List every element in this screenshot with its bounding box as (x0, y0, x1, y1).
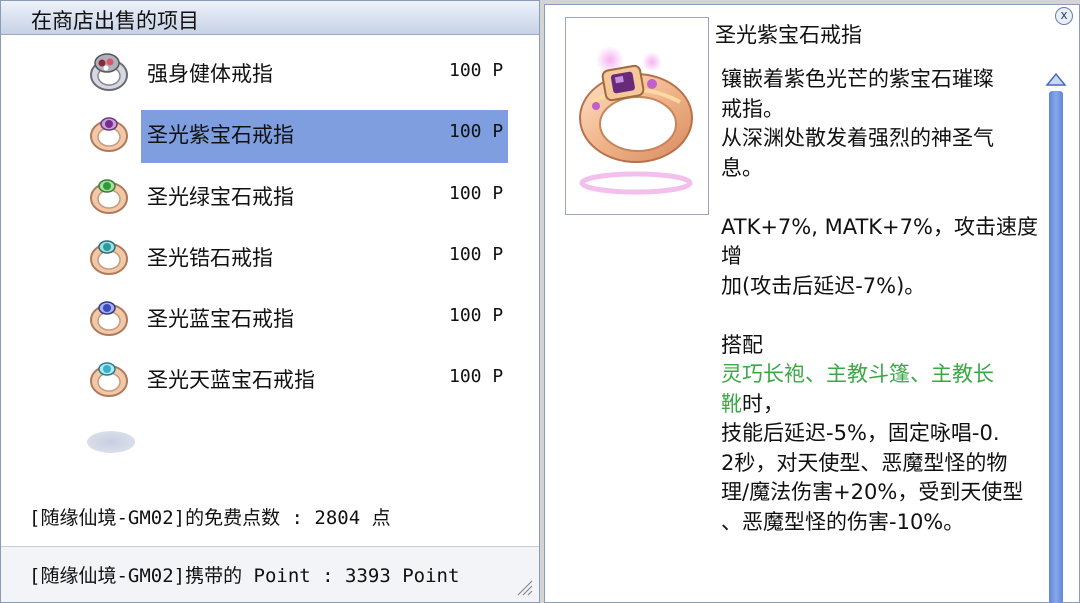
empty-slot-icon (87, 431, 135, 453)
shop-item-price: 100 P (449, 182, 504, 204)
shop-item-name: 圣光紫宝石戒指 (147, 123, 294, 148)
set-item-boots: 靴 (721, 391, 742, 416)
shop-item-row[interactable]: 圣光绿宝石戒指 100 P (1, 164, 541, 225)
set-items-line: 灵巧长袍、主教斗篷、主教长 (721, 362, 994, 386)
item-description-text: 镶嵌着紫色光芒的紫宝石璀璨 戒指。 从深渊处散发着强烈的神圣气 息。 ATK+7… (721, 65, 1041, 537)
resize-grip-icon[interactable] (515, 578, 533, 596)
stats-line: 加(攻击后延迟-7%)。 (721, 273, 926, 298)
description-line: 息。 (721, 155, 763, 180)
set-items-line-2: 靴时， (721, 390, 1041, 420)
amethyst-ring-icon (90, 117, 128, 153)
set-effect-line: 、恶魔型怪的伤害-10%。 (721, 509, 965, 534)
shop-window: 在商店出售的项目 强身健体戒指 100 P 圣光紫宝石戒指 100 P 圣光绿宝… (0, 0, 540, 603)
shop-titlebar[interactable]: 在商店出售的项目 (1, 1, 539, 35)
zircon-ring-icon (90, 240, 128, 275)
shop-item-row[interactable]: 圣光蓝宝石戒指 100 P (1, 286, 541, 347)
description-line: 镶嵌着紫色光芒的紫宝石璀璨 (721, 67, 994, 91)
shop-item-name: 圣光天蓝宝石戒指 (147, 368, 315, 393)
shop-item-row-selected[interactable]: 圣光紫宝石戒指 100 P (1, 102, 541, 164)
free-points-text: [随缘仙境-GM02]的免费点数 : 2804 点 (29, 507, 391, 529)
amethyst-ring-large-icon (579, 46, 693, 195)
item-title: 圣光紫宝石戒指 (715, 23, 862, 47)
stats-line: ATK+7%, MATK+7%，攻击速度增 (721, 214, 1038, 269)
shop-item-price: 100 P (449, 121, 504, 143)
shop-item-price: 100 P (449, 305, 504, 327)
shop-footer: [随缘仙境-GM02]携带的 Point : 3393 Point (1, 546, 539, 602)
shop-item-price: 100 P (449, 366, 504, 388)
item-image-frame (565, 17, 709, 215)
aquamarine-ring-icon (90, 362, 128, 398)
shop-item-price: 100 P (449, 243, 504, 265)
description-scrollbar[interactable] (1043, 71, 1069, 603)
set-effect-line: 技能后延迟-5%，固定咏唱-0. (721, 421, 1000, 445)
shop-title: 在商店出售的项目 (31, 9, 199, 33)
shop-item-row[interactable]: 圣光天蓝宝石戒指 100 P (1, 347, 541, 408)
shop-item-name: 圣光锆石戒指 (147, 245, 273, 270)
shop-item-row[interactable]: 强身健体戒指 100 P (1, 41, 541, 102)
set-heading: 搭配 (721, 332, 763, 357)
sapphire-ring-icon (90, 301, 128, 337)
shop-item-name: 圣光绿宝石戒指 (147, 184, 294, 209)
shop-item-list: 强身健体戒指 100 P 圣光紫宝石戒指 100 P 圣光绿宝石戒指 100 P… (1, 41, 541, 409)
emerald-ring-icon (90, 178, 128, 214)
scrollbar-thumb[interactable] (1049, 91, 1063, 603)
shop-item-name: 圣光蓝宝石戒指 (147, 307, 294, 332)
shop-item-price: 100 P (449, 60, 504, 81)
description-line: 从深渊处散发着强烈的神圣气 (721, 126, 994, 150)
silver-ring-icon (90, 53, 128, 91)
set-effect-line: 理/魔法伤害+20%，受到天使型 (721, 480, 1024, 504)
item-description-window: x 圣光紫宝石戒指 镶嵌着紫色光芒的紫宝石璀璨 戒指。 从深渊处散发着强烈的神圣… (544, 4, 1080, 603)
carried-points-text: [随缘仙境-GM02]携带的 Point : 3393 Point (29, 565, 460, 587)
shop-item-name: 强身健体戒指 (147, 62, 273, 86)
scroll-up-arrow-icon[interactable] (1045, 71, 1067, 87)
set-suffix: 时， (742, 391, 784, 416)
description-line: 戒指。 (721, 96, 784, 121)
close-button[interactable]: x (1055, 7, 1073, 25)
set-effect-line: 2秒，对天使型、恶魔型怪的物 (721, 450, 1008, 475)
shop-item-row[interactable]: 圣光锆石戒指 100 P (1, 225, 541, 286)
